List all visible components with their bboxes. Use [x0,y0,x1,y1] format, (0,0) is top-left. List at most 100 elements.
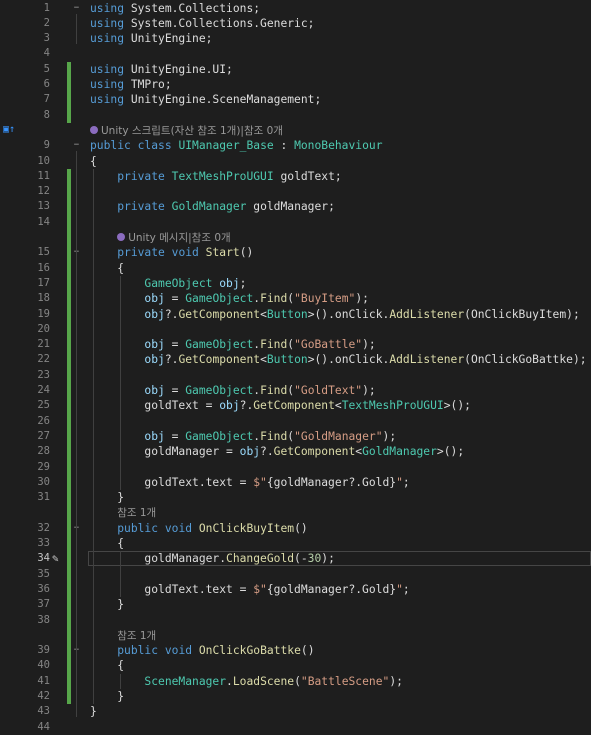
code-text[interactable]: using System.Collections; [90,1,260,16]
fold-toggle-icon[interactable]: − [72,141,81,150]
code-text[interactable]: public void OnClickBuyItem() [90,521,308,536]
codelens-references[interactable]: Unity 메시지|참조 0개 [90,230,231,246]
codelens-row[interactable]: Unity 메시지|참조 0개 [0,230,591,245]
code-line[interactable]: 40 { [0,658,591,673]
code-line[interactable]: 30 goldText.text = $"{goldManager?.Gold}… [0,475,591,490]
code-text[interactable]: { [90,261,124,276]
code-token: ); [362,384,376,397]
code-text[interactable]: obj = GameObject.Find("BuyItem"); [90,291,369,306]
codelens-references[interactable]: 참조 1개 [90,505,156,521]
code-text[interactable]: SceneManager.LoadScene("BattleScene"); [90,674,403,689]
code-line[interactable]: 16 { [0,261,591,276]
codelens-row[interactable]: 참조 1개 [0,628,591,643]
code-line[interactable]: 43} [0,704,591,719]
code-text[interactable]: using TMPro; [90,77,172,92]
code-text[interactable]: using UnityEngine.SceneManagement; [90,92,321,107]
code-line[interactable]: 22 obj?.GetComponent<Button>().onClick.A… [0,352,591,367]
code-token: GameObject [185,292,254,306]
code-line[interactable]: 27 obj = GameObject.Find("GoldManager"); [0,429,591,444]
code-text[interactable]: using UnityEngine; [90,31,212,46]
code-text[interactable]: private TextMeshProUGUI goldText; [90,169,341,184]
codelens-text[interactable]: Unity 스크립트(자산 참조 1개)|참조 0개 [101,125,283,137]
code-line[interactable]: 7 using UnityEngine.SceneManagement; [0,92,591,107]
code-line[interactable]: 33 { [0,536,591,551]
code-line[interactable]: 17 GameObject obj; [0,276,591,291]
code-line[interactable]: 15 private void Start() [0,245,591,260]
code-text[interactable]: obj = GameObject.Find("GoldManager"); [90,429,396,444]
code-text[interactable]: using UnityEngine.UI; [90,62,233,77]
quick-actions-icon[interactable]: ✎ [52,552,59,565]
code-text[interactable]: goldText.text = $"{goldManager?.Gold}"; [90,475,409,490]
inheritance-margin-icon[interactable]: ▣↑ [3,124,15,135]
code-line[interactable]: 1 using System.Collections; [0,1,591,16]
codelens-text[interactable]: 참조 1개 [117,630,156,642]
code-line[interactable]: 44 [0,720,591,735]
code-line[interactable]: 35 [0,567,591,582]
code-line[interactable]: 31 } [0,490,591,505]
code-line[interactable]: 14 [0,215,591,230]
code-line[interactable]: 10 { [0,154,591,169]
code-line[interactable]: 26 [0,414,591,429]
code-line[interactable]: 11 private TextMeshProUGUI goldText; [0,169,591,184]
code-text[interactable]: private void Start() [90,245,253,260]
code-text[interactable]: } [90,490,124,505]
codelens-references[interactable]: 참조 1개 [90,628,156,644]
code-line[interactable]: 19 obj?.GetComponent<Button>().onClick.A… [0,307,591,322]
code-line[interactable]: 13 private GoldManager goldManager; [0,199,591,214]
code-text[interactable]: goldManager = obj?.GetComponent<GoldMana… [90,444,464,459]
code-line[interactable]: 24 obj = GameObject.Find("GoldText"); [0,383,591,398]
code-line[interactable]: 23 [0,368,591,383]
codelens-text[interactable]: 참조 1개 [117,507,156,519]
code-line[interactable]: 38 [0,613,591,628]
code-line[interactable]: 6 using TMPro; [0,77,591,92]
code-line[interactable]: 37 } [0,597,591,612]
code-line[interactable]: 25 goldText = obj?.GetComponent<TextMesh… [0,398,591,413]
code-text[interactable]: goldText = obj?.GetComponent<TextMeshPro… [90,398,471,413]
code-line[interactable]: 28 goldManager = obj?.GetComponent<GoldM… [0,444,591,459]
code-line[interactable]: 18 obj = GameObject.Find("BuyItem"); [0,291,591,306]
fold-toggle-icon[interactable]: − [72,3,81,13]
code-line[interactable]: 12 [0,184,591,199]
code-text[interactable]: using System.Collections.Generic; [90,16,314,31]
code-token: () [294,521,308,535]
code-text[interactable]: obj?.GetComponent<Button>().onClick.AddL… [90,352,586,367]
code-line[interactable]: 9 public class UIManager_Base : MonoBehav… [0,138,591,153]
code-text[interactable]: } [90,704,97,719]
line-number: 34 [37,552,50,565]
codelens-row[interactable]: 참조 1개 [0,505,591,520]
code-line[interactable]: 20 [0,322,591,337]
code-text[interactable]: goldText.text = $"{goldManager?.Gold}"; [90,582,409,597]
code-token: : [273,139,295,153]
code-line[interactable]: 32 public void OnClickBuyItem() [0,521,591,536]
code-text[interactable]: GameObject obj; [90,276,246,291]
code-line[interactable]: 39 public void OnClickGoBattke() [0,643,591,658]
code-token: obj [144,307,165,321]
code-line[interactable]: 42 } [0,689,591,704]
codelens-text[interactable]: Unity 메시지|참조 0개 [128,232,230,244]
code-line[interactable]: 2 using System.Collections.Generic; [0,16,591,31]
code-text[interactable]: { [90,658,124,673]
code-token: using [90,1,125,15]
code-line[interactable]: 29 [0,460,591,475]
code-text[interactable]: { [90,154,97,169]
code-text[interactable]: private GoldManager goldManager; [90,199,335,214]
code-text[interactable]: obj = GameObject.Find("GoldText"); [90,383,376,398]
code-line[interactable]: 36 goldText.text = $"{goldManager?.Gold}… [0,582,591,597]
code-text[interactable]: obj?.GetComponent<Button>().onClick.AddL… [90,307,579,322]
code-text[interactable]: obj = GameObject.Find("GoBattle"); [90,337,375,352]
code-text[interactable]: } [90,597,124,612]
code-line[interactable]: 21 obj = GameObject.Find("GoBattle"); [0,337,591,352]
code-token: goldText.text = [90,582,254,596]
code-line[interactable]: 4 [0,46,591,61]
code-text[interactable]: } [90,689,124,704]
code-line[interactable]: 8 [0,108,591,123]
code-line[interactable]: 3 using UnityEngine; [0,31,591,46]
code-text[interactable]: public void OnClickGoBattke() [90,643,314,658]
code-line[interactable]: 5 using UnityEngine.UI; [0,62,591,77]
codelens-row[interactable]: Unity 스크립트(자산 참조 1개)|참조 0개 [0,123,591,138]
code-line[interactable]: 41 SceneManager.LoadScene("BattleScene")… [0,674,591,689]
code-text[interactable]: { [90,536,124,551]
code-text[interactable]: public class UIManager_Base : MonoBehavi… [90,138,383,153]
codelens-references[interactable]: Unity 스크립트(자산 참조 1개)|참조 0개 [90,123,283,139]
